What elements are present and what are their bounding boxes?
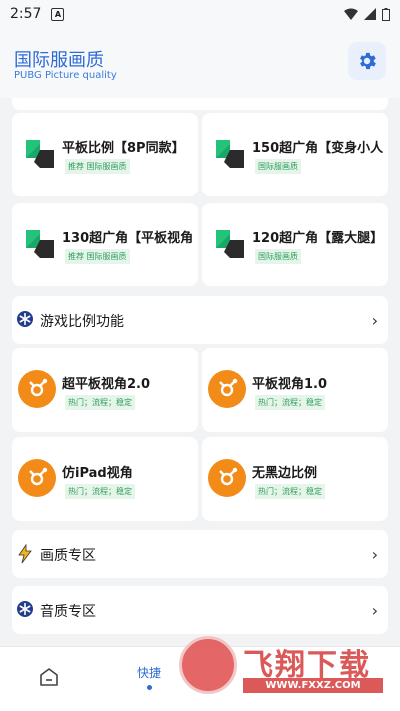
status-time: 2:57	[10, 6, 42, 22]
settings-button[interactable]	[348, 42, 386, 80]
tile-title: 仿iPad视角	[62, 466, 133, 481]
chevron-right-icon: ›	[371, 311, 378, 330]
logo-icon	[216, 230, 244, 258]
feature-tile[interactable]: 仿iPad视角 热门；流程；稳定	[12, 437, 198, 521]
feature-tile[interactable]: 无黑边比例 热门；流程；稳定	[202, 437, 388, 521]
audio-section[interactable]: 音质专区 ›	[12, 586, 388, 634]
chevron-right-icon: ›	[371, 545, 378, 564]
ratio-tile[interactable]: 120超广角【露大腿】 国际服画质	[202, 203, 388, 286]
tile-title: 平板视角1.0	[252, 377, 328, 392]
app-title: 国际服画质	[14, 50, 104, 71]
app-header: 国际服画质 PUBG Picture quality	[0, 28, 400, 98]
tile-title: 150超广角【变身小人	[252, 141, 384, 156]
feature-icon	[208, 370, 246, 408]
battery-icon	[382, 7, 390, 21]
feature-icon	[18, 370, 56, 408]
section-label: 画质专区	[40, 548, 96, 564]
tile-tags: 国际服画质	[255, 249, 301, 264]
tile-tags: 推荐 国际服画质	[65, 249, 130, 264]
network-icon	[29, 378, 48, 397]
status-icons	[344, 7, 390, 21]
tile-tags: 热门；流程；稳定	[65, 395, 135, 410]
watermark: 飞翔下载 WWW.FXXZ.COM	[179, 636, 387, 696]
logo-icon	[26, 230, 54, 258]
network-icon	[219, 467, 238, 486]
feature-icon	[208, 459, 246, 497]
quality-section[interactable]: 画质专区 ›	[12, 530, 388, 578]
section-label: 音质专区	[40, 604, 96, 620]
nav-tab-shortcut[interactable]: 快捷	[137, 664, 161, 681]
tile-tags: 热门；流程；稳定	[65, 484, 135, 499]
ratio-tile[interactable]: 130超广角【平板视角 推荐 国际服画质	[12, 203, 198, 286]
ratio-tile[interactable]: 150超广角【变身小人 国际服画质	[202, 113, 388, 196]
status-bar: 2:57 A	[0, 0, 400, 28]
chevron-right-icon: ›	[371, 601, 378, 620]
tile-title: 超平板视角2.0	[62, 377, 151, 392]
feature-tile[interactable]: 平板视角1.0 热门；流程；稳定	[202, 348, 388, 432]
game-ratio-section[interactable]: 游戏比例功能 ›	[12, 296, 388, 344]
tile-title: 平板比例【8P同款】	[62, 141, 185, 156]
network-icon	[219, 378, 238, 397]
logo-icon	[26, 140, 54, 168]
network-icon	[29, 467, 48, 486]
feature-tile[interactable]: 超平板视角2.0 热门；流程；稳定	[12, 348, 198, 432]
logo-icon	[216, 140, 244, 168]
tile-title: 无黑边比例	[252, 466, 318, 481]
home-icon[interactable]	[38, 667, 60, 687]
signal-icon	[364, 8, 376, 20]
watermark-url: WWW.FXXZ.COM	[243, 678, 383, 693]
ratio-tile[interactable]: 平板比例【8P同款】 推荐 国际服画质	[12, 113, 198, 196]
section-label: 游戏比例功能	[40, 314, 124, 330]
tile-title: 120超广角【露大腿】	[252, 231, 384, 246]
app-subtitle: PUBG Picture quality	[14, 70, 117, 81]
notification-icon: A	[51, 7, 65, 21]
active-indicator	[147, 685, 152, 690]
wifi-icon	[344, 8, 358, 20]
tile-tags: 推荐 国际服画质	[65, 159, 130, 174]
tile-title: 130超广角【平板视角	[62, 231, 194, 246]
gear-icon	[360, 52, 376, 70]
tile-tags: 热门；流程；稳定	[255, 484, 325, 499]
lightning-icon	[18, 544, 32, 564]
tile-tags: 热门；流程；稳定	[255, 395, 325, 410]
snowflake-icon	[17, 601, 33, 617]
scrolled-card-edge	[12, 98, 388, 110]
feature-icon	[18, 459, 56, 497]
tile-tags: 国际服画质	[255, 159, 301, 174]
snowflake-icon	[17, 311, 33, 327]
watermark-logo	[179, 636, 237, 694]
